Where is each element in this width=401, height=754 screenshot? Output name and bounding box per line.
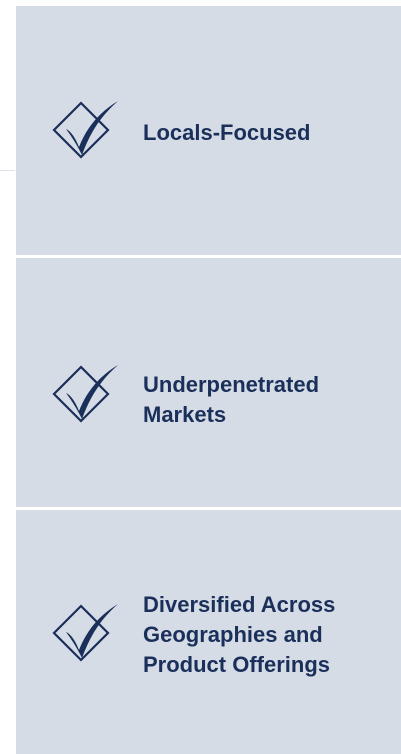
check-diamond-icon: [46, 355, 126, 435]
feature-panel-locals-focused: Locals-Focused: [16, 6, 401, 255]
feature-panel-underpenetrated-markets: Underpenetrated Markets: [16, 258, 401, 507]
feature-panel-diversified: Diversified Across Geographies and Produ…: [16, 510, 401, 754]
check-diamond-icon: [46, 594, 126, 674]
check-diamond-icon: [46, 91, 126, 171]
feature-label: Locals-Focused: [143, 120, 311, 145]
feature-label: Diversified Across Geographies and Produ…: [143, 592, 336, 677]
divider-line: [0, 170, 15, 171]
feature-label: Underpenetrated Markets: [143, 372, 320, 427]
